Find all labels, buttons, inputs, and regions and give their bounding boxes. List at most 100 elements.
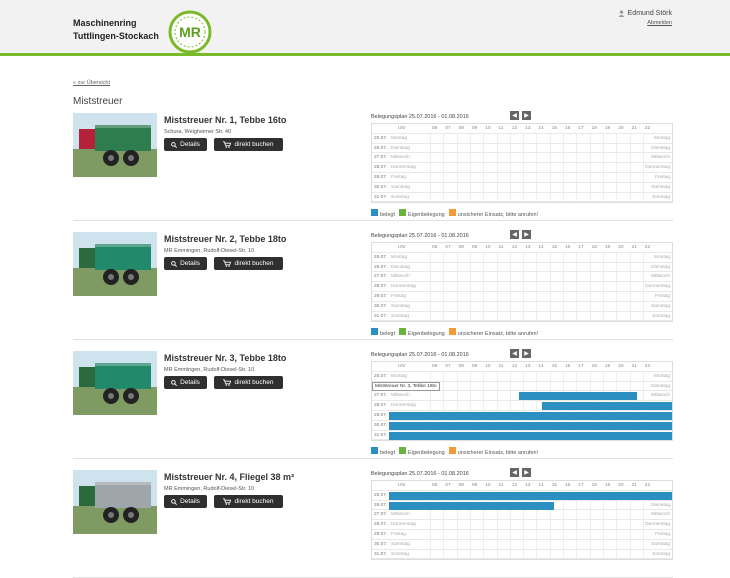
day-row[interactable]: 28.07.DonnerstagDonnerstag [372,163,672,173]
details-button[interactable]: Details [164,257,207,270]
day-row[interactable]: 30.07.SamstagSamstag [372,182,672,193]
day-name: Samstag [391,184,410,190]
hour-gridline [536,381,538,391]
legend-uncertain-swatch [448,209,456,216]
day-row[interactable]: 27.07. Mittwoch Mittwoch [372,510,672,521]
booking-bar[interactable] [389,421,672,430]
hour-gridline [589,262,591,272]
machine-name[interactable]: Miststreuer Nr. 2, Tebbe 18to [164,234,286,244]
hour-gridline [469,262,471,272]
day-row[interactable]: 25.07.MontagMontag [372,252,672,263]
details-button[interactable]: Details [164,376,207,389]
day-row[interactable]: 29.07.FreitagFreitag [372,291,672,302]
hour-gridline [496,282,498,291]
prev-week-button[interactable]: ◀ [510,349,519,358]
day-row[interactable]: 31.07.SonntagSonntag [372,192,672,203]
day-row[interactable]: 26.07.DienstagDienstag [372,500,672,511]
hour-gridline [549,252,551,262]
prev-week-button[interactable]: ◀ [510,111,519,120]
day-row[interactable]: 28.07.DonnerstagDonnerstag [372,401,672,411]
prev-week-button[interactable]: ◀ [510,468,519,477]
hour-gridline [602,262,604,272]
machine-photo[interactable] [73,470,157,534]
booking-bar[interactable] [542,402,672,411]
day-row[interactable]: 30.07.SamstagSamstag [372,301,672,312]
book-directly-button[interactable]: direkt buchen [214,376,283,389]
hour-gridline [549,549,551,559]
hour-gridline [549,143,551,153]
hour-gridline [469,391,471,401]
day-date: 28.07. [374,284,388,290]
day-row[interactable]: 25.07.MontagMontag [372,490,672,501]
machine-photo[interactable] [73,232,157,296]
day-row[interactable]: 29.07.FreitagFreitag [372,172,672,183]
hour-gridline [576,282,578,291]
machine-name[interactable]: Miststreuer Nr. 3, Tebbe 18to [164,353,286,363]
hour-gridline [629,163,631,172]
booking-bar[interactable] [389,411,672,420]
day-row[interactable]: 27.07. Mittwoch Mittwoch [372,272,672,283]
day-name-right: Freitag [655,293,670,299]
hour-gridline [443,182,445,192]
booking-calendar: Belegungsplan 25.07.2016 - 01.08.2016 ◀ ▶ U… [371,349,673,456]
day-name: Montag [391,135,407,141]
next-week-button[interactable]: ▶ [522,349,531,358]
day-row[interactable]: 31.07.SonntagSonntag [372,549,672,560]
hour-gridline [509,549,511,559]
hour-gridline [483,291,485,301]
day-row[interactable]: 27.07. Mittwoch Mittwoch [372,391,672,402]
book-directly-button[interactable]: direkt buchen [214,138,283,151]
day-row[interactable]: 29.07.FreitagFreitag [372,410,672,421]
hour-gridline [430,282,431,291]
book-directly-button[interactable]: direkt buchen [214,257,283,270]
next-week-button[interactable]: ▶ [522,230,531,239]
hour-gridline [456,539,458,549]
day-row[interactable]: 30.07.SamstagSamstag [372,539,672,550]
booking-bar[interactable] [518,392,637,401]
day-row[interactable]: 25.07.MontagMontag [372,371,672,382]
hour-gridline [430,311,431,321]
hour-label: 09 [471,126,478,131]
booking-bar[interactable] [389,491,672,500]
day-row[interactable]: 28.07.DonnerstagDonnerstag [372,282,672,292]
hour-gridline [629,252,631,262]
details-button[interactable]: Details [164,138,207,151]
machine-photo[interactable] [73,113,157,177]
hour-gridline [629,153,631,163]
day-row[interactable]: 30.07.SamstagSamstag [372,420,672,431]
day-row[interactable]: 26.07.DienstagDienstagMiststreuer Nr. 3,… [372,381,672,392]
day-row[interactable]: 26.07.DienstagDienstag [372,262,672,273]
machine-name[interactable]: Miststreuer Nr. 4, Fliegel 38 m³ [164,472,294,482]
back-to-overview-link[interactable]: « zur Übersicht [73,80,110,86]
booking-bar[interactable] [389,431,672,440]
booking-bar[interactable] [389,501,555,510]
day-row[interactable]: 28.07.DonnerstagDonnerstag [372,520,672,530]
day-name-right: Freitag [655,174,670,180]
day-name-right: Sonntag [652,194,670,200]
day-row[interactable]: 31.07.SonntagSonntag [372,311,672,322]
book-directly-button[interactable]: direkt buchen [214,495,283,508]
day-name-right: Sonntag [652,313,670,319]
hour-gridline [629,510,631,520]
hour-gridline [616,272,618,282]
hour-gridline [602,291,604,301]
logout-link[interactable]: Abmelden [618,20,672,26]
day-row[interactable]: 25.07.MontagMontag [372,133,672,144]
hour-label: 06 [432,126,438,131]
hour-header-row: Uhr 06 07 08 09 10 11 12 13 14 15 16 17 18 19 20 21 22 [372,124,672,134]
prev-week-button[interactable]: ◀ [510,230,519,239]
legend-own-swatch [399,447,406,454]
day-row[interactable]: 31.07.SonntagSonntag [372,430,672,441]
next-week-button[interactable]: ▶ [522,111,531,120]
day-row[interactable]: 29.07.FreitagFreitag [372,529,672,540]
hour-gridline [536,282,538,291]
day-row[interactable]: 27.07. Mittwoch Mittwoch [372,153,672,164]
machine-photo[interactable] [73,351,157,415]
next-week-button[interactable]: ▶ [522,468,531,477]
machine-name[interactable]: Miststreuer Nr. 1, Tebbe 16to [164,115,286,125]
details-button[interactable]: Details [164,495,207,508]
day-row[interactable]: 26.07.DienstagDienstag [372,143,672,154]
hour-gridline [469,163,471,172]
hour-label: 21 [631,364,637,369]
mr-logo[interactable]: MR [168,10,212,54]
